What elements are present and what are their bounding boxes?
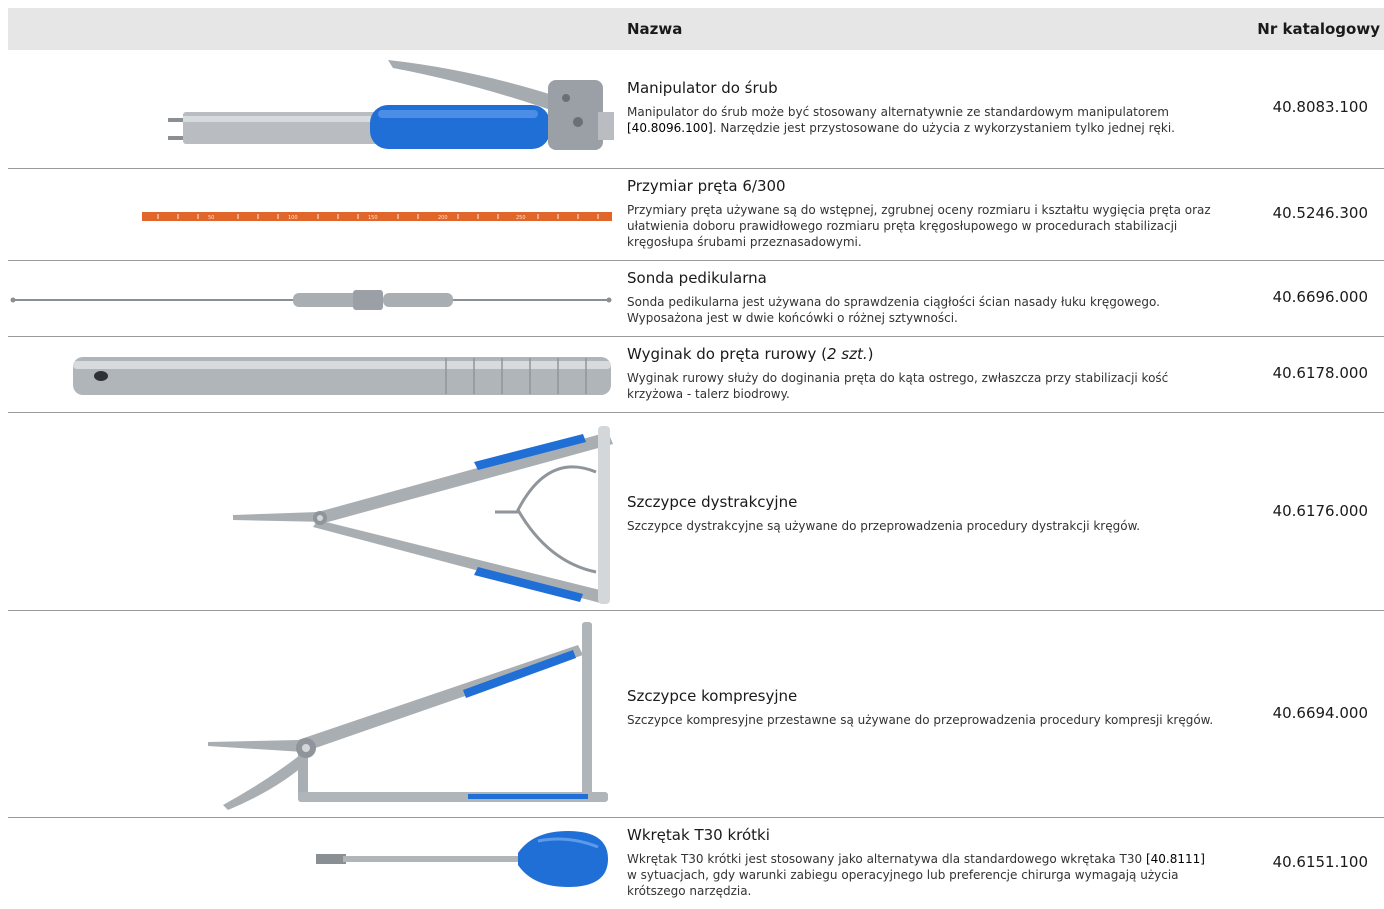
item-description: Przymiary pręta używane są do wstępnej, …: [627, 203, 1211, 249]
ruler-mark: 50: [208, 215, 214, 221]
item-description: Wyginak rurowy służy do doginania pręta …: [627, 371, 1169, 401]
table-row: Sonda pedikularna Sonda pedikularna jest…: [8, 260, 1384, 337]
table-row: Wkrętak T30 krótki Wkrętak T30 krótki je…: [8, 817, 1384, 909]
item-description: Szczypce kompresyjne przestawne są używa…: [627, 713, 1214, 727]
screw-manipulator-image: [8, 50, 618, 168]
distraction-forceps-image: [8, 412, 618, 610]
pedicle-probe-image: [8, 260, 618, 336]
item-title: Szczypce kompresyjne: [627, 687, 798, 705]
table-row: Wyginak do pręta rurowy (2 szt.) Wyginak…: [8, 336, 1384, 413]
item-description: Szczypce dystrakcyjne są używane do prze…: [627, 519, 1141, 533]
column-header-name: Nazwa: [627, 20, 683, 38]
item-title: Sonda pedikularna: [627, 269, 767, 287]
catalog-reference-link[interactable]: [40.8096.100]: [627, 121, 713, 135]
catalog-reference-link[interactable]: [40.8111]: [1146, 852, 1205, 866]
rod-template-image: 50 100 150 200 250: [8, 168, 618, 260]
table-row: 50 100 150 200 250 Przymiar pręta 6/300 …: [8, 168, 1384, 261]
column-header-catalog: Nr katalogowy: [1257, 20, 1380, 38]
catalog-number: 40.8083.100: [1272, 98, 1368, 116]
ruler-mark: 250: [516, 215, 526, 221]
ruler-mark: 200: [438, 215, 448, 221]
screwdriver-t30-image: [8, 817, 618, 909]
tube-bender-image: [8, 336, 618, 412]
item-description: Wkrętak T30 krótki jest stosowany jako a…: [627, 852, 1205, 898]
top-strip: [0, 0, 1384, 8]
catalog-number: 40.6178.000: [1272, 364, 1368, 382]
catalog-number: 40.6696.000: [1272, 288, 1368, 306]
table-row: Manipulator do śrub Manipulator do śrub …: [8, 50, 1384, 169]
table-header: Nazwa Nr katalogowy: [8, 8, 1384, 50]
item-description: Sonda pedikularna jest używana do sprawd…: [627, 295, 1160, 325]
ruler-mark: 100: [288, 215, 298, 221]
item-title: Manipulator do śrub: [627, 79, 778, 97]
item-title: Przymiar pręta 6/300: [627, 177, 786, 195]
item-title: Wkrętak T30 krótki: [627, 826, 770, 844]
table-row: Szczypce kompresyjne Szczypce kompresyjn…: [8, 610, 1384, 818]
catalog-number: 40.6694.000: [1272, 704, 1368, 722]
catalog-number: 40.6151.100: [1272, 853, 1368, 871]
item-description: Manipulator do śrub może być stosowany a…: [627, 105, 1175, 135]
catalog-number: 40.6176.000: [1272, 502, 1368, 520]
ruler-mark: 150: [368, 215, 378, 221]
item-title: Szczypce dystrakcyjne: [627, 493, 798, 511]
table-row: Szczypce dystrakcyjne Szczypce dystrakcy…: [8, 412, 1384, 611]
compression-forceps-image: [8, 610, 618, 817]
catalog-number: 40.5246.300: [1272, 204, 1368, 222]
item-title: Wyginak do pręta rurowy (2 szt.): [627, 345, 874, 363]
